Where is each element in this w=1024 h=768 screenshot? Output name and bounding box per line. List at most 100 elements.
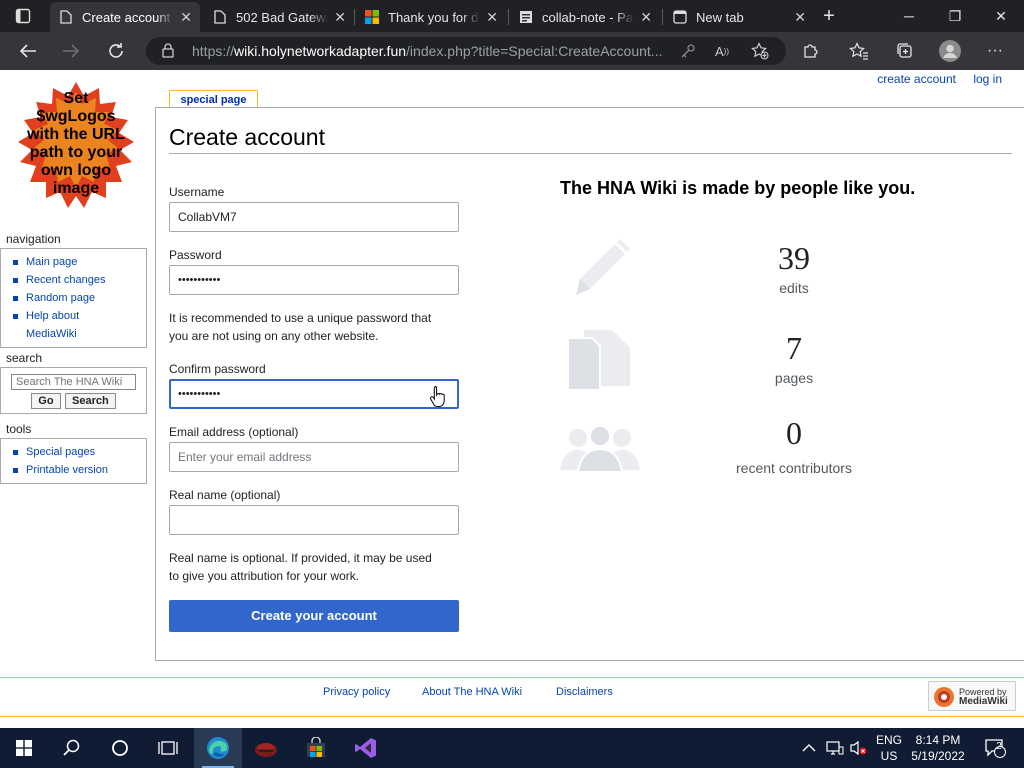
tab-thank-you[interactable]: Thank you for d ✕	[356, 2, 506, 32]
volume-muted-icon[interactable]	[850, 728, 868, 768]
navigation-heading: navigation	[6, 232, 61, 246]
edits-count: 39	[778, 240, 810, 276]
search-portlet: search Go Search	[0, 351, 147, 414]
edge-browser-icon[interactable]	[194, 728, 242, 768]
cortana-icon[interactable]	[96, 728, 144, 768]
url-prefix: https://	[192, 43, 235, 59]
show-hidden-icons-icon[interactable]	[802, 728, 816, 768]
site-logo[interactable]: Set $wgLogos with the URL path to your o…	[4, 82, 148, 214]
tab-new-tab[interactable]: New tab ✕	[664, 2, 814, 32]
tools-printable-version[interactable]: Printable version	[13, 461, 146, 479]
back-arrow-icon[interactable]	[15, 39, 41, 63]
notifications-icon[interactable]: 2	[980, 728, 1010, 768]
windows-start-icon[interactable]	[0, 728, 48, 768]
log-in-link[interactable]: log in	[973, 72, 1002, 86]
window-close-icon[interactable]: ✕	[978, 0, 1024, 32]
confirm-password-label: Confirm password	[169, 362, 266, 376]
nav-main-page[interactable]: Main page	[13, 253, 146, 271]
real-name-help: Real name is optional. If provided, it m…	[169, 549, 469, 585]
real-name-help-line-2: to give you attribution for your work.	[169, 569, 360, 583]
browser-tab-bar: Create account ✕ 502 Bad Gateway ✕ Thank…	[0, 0, 1024, 32]
close-icon[interactable]: ✕	[486, 9, 498, 26]
new-tab-page-icon	[672, 9, 688, 25]
real-name-field[interactable]	[169, 505, 459, 535]
visual-studio-icon[interactable]	[342, 728, 390, 768]
content-area: Create account Username CollabVM7 Passwo…	[155, 107, 1024, 661]
lock-icon[interactable]	[162, 43, 174, 63]
clock[interactable]: 8:14 PM 5/19/2022	[906, 728, 970, 768]
footer-disclaimers[interactable]: Disclaimers	[556, 686, 613, 698]
search-button[interactable]: Search	[65, 393, 116, 409]
more-options-icon[interactable]: ···	[984, 40, 1006, 62]
close-icon[interactable]: ✕	[180, 9, 192, 26]
language-code: ENG	[876, 733, 903, 747]
confirm-password-field[interactable]: •••••••••••	[169, 379, 459, 409]
tab-separator	[662, 9, 663, 25]
close-icon[interactable]: ✕	[794, 9, 806, 26]
tab-title: collab-note - Pa	[542, 9, 634, 25]
windows-taskbar: ENG US 8:14 PM 5/19/2022 2	[0, 728, 1024, 768]
pencil-icon	[576, 239, 630, 295]
nav-recent-changes[interactable]: Recent changes	[13, 271, 146, 289]
microsoft-logo-icon	[364, 9, 380, 25]
collections-icon[interactable]	[894, 40, 916, 62]
clock-time: 8:14 PM	[915, 733, 961, 747]
logo-line: Set	[63, 90, 89, 107]
search-icon[interactable]	[48, 728, 96, 768]
email-field[interactable]: Enter your email address	[169, 442, 459, 472]
network-icon[interactable]	[826, 728, 844, 768]
app-icon-red[interactable]	[242, 728, 290, 768]
logo-line: $wgLogos	[36, 108, 116, 125]
tools-portlet: tools Special pages Printable version	[0, 422, 147, 484]
note-icon	[518, 9, 534, 25]
close-icon[interactable]: ✕	[640, 9, 652, 26]
go-button[interactable]: Go	[31, 393, 61, 409]
tools-heading: tools	[6, 422, 32, 436]
key-icon[interactable]	[678, 42, 698, 60]
forward-arrow-icon[interactable]	[58, 39, 84, 63]
read-aloud-icon[interactable]: A))	[712, 42, 732, 60]
nav-random-page[interactable]: Random page	[13, 289, 146, 307]
address-bar[interactable]: https://wiki.holynetworkadapter.fun/inde…	[146, 37, 786, 65]
search-input[interactable]	[11, 374, 136, 390]
language-indicator[interactable]: ENG US	[876, 728, 902, 768]
navigation-portlet: navigation Main page Recent changes Rand…	[0, 232, 147, 348]
footer-privacy-policy[interactable]: Privacy policy	[323, 686, 390, 698]
tab-separator	[354, 9, 355, 25]
tab-collab-note[interactable]: collab-note - Pa ✕	[510, 2, 660, 32]
task-view-icon[interactable]	[144, 728, 192, 768]
username-label: Username	[169, 185, 225, 199]
tab-502-bad-gateway[interactable]: 502 Bad Gateway ✕	[204, 2, 354, 32]
extensions-icon[interactable]	[800, 40, 822, 62]
tab-create-account[interactable]: Create account ✕	[50, 2, 200, 32]
profile-avatar-icon[interactable]	[938, 39, 962, 63]
password-field[interactable]: •••••••••••	[169, 265, 459, 295]
powered-by-mediawiki-badge[interactable]: Powered by MediaWiki	[928, 681, 1016, 711]
footer-about[interactable]: About The HNA Wiki	[422, 686, 522, 698]
microsoft-store-icon[interactable]	[292, 728, 340, 768]
tab-actions-icon[interactable]	[10, 6, 36, 26]
url-host: wiki.holynetworkadapter.fun	[234, 43, 407, 59]
email-label: Email address (optional)	[169, 425, 299, 439]
hand-cursor-icon	[429, 386, 445, 407]
username-field[interactable]: CollabVM7	[169, 202, 459, 232]
tab-title: Create account	[82, 9, 171, 25]
search-heading: search	[6, 351, 43, 365]
new-tab-plus-icon[interactable]: +	[806, 0, 852, 32]
page-icon	[58, 9, 74, 25]
create-account-button[interactable]: Create your account	[169, 600, 459, 632]
tab-title: Thank you for d	[388, 9, 479, 25]
logo-line: image	[52, 180, 100, 197]
close-icon[interactable]: ✕	[334, 9, 346, 26]
favorite-add-icon[interactable]	[750, 42, 770, 60]
create-account-link[interactable]: create account	[877, 72, 956, 86]
nav-help-line-1: Help about	[26, 310, 80, 322]
mediawiki-text: MediaWiki	[959, 696, 1008, 707]
page-icon	[212, 9, 228, 25]
tools-special-pages[interactable]: Special pages	[13, 443, 146, 461]
minimize-icon[interactable]: ─	[886, 0, 932, 32]
favorites-icon[interactable]	[848, 40, 870, 62]
refresh-icon[interactable]	[103, 39, 129, 63]
nav-help-about[interactable]: Help about MediaWiki	[13, 307, 146, 343]
restore-icon[interactable]: ❐	[932, 0, 978, 32]
